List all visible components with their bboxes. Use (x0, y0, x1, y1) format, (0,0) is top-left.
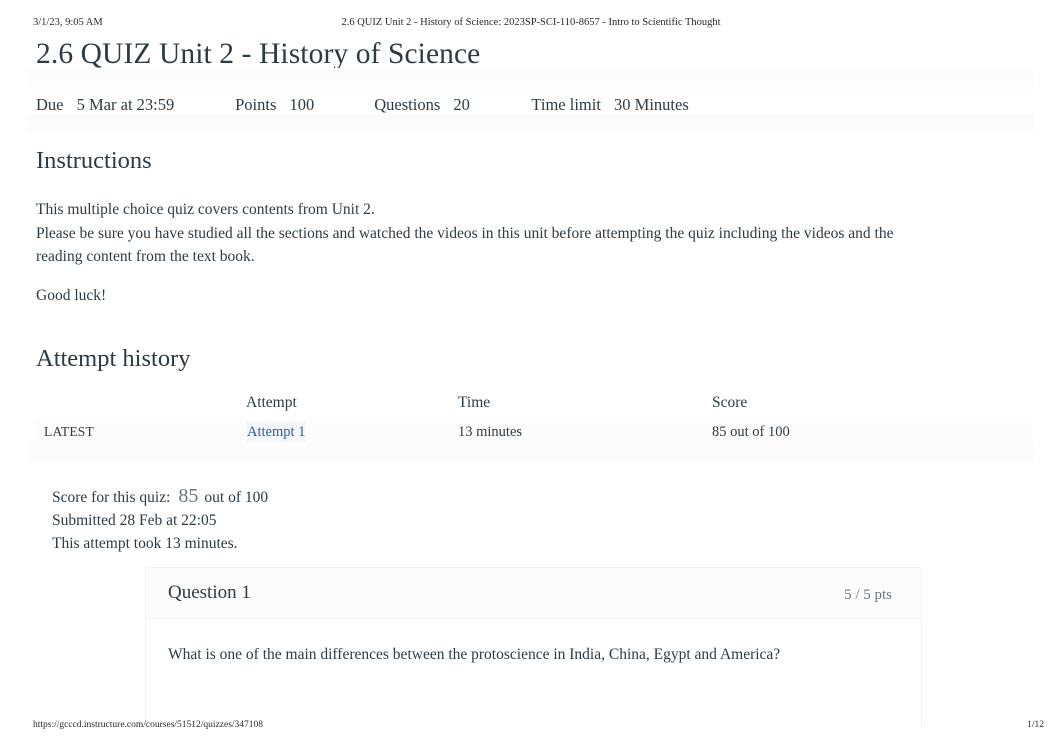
column-header-time: Time (458, 394, 491, 411)
instructions-body: This multiple choice quiz covers content… (36, 198, 936, 307)
submitted-line: Submitted 28 Feb at 22:05 (52, 512, 217, 529)
attempt-1-link[interactable]: Attempt 1 (246, 421, 307, 442)
question-block: Question 1 5 / 5 pts What is one of the … (145, 567, 922, 727)
question-name: Question 1 (168, 582, 251, 603)
quiz-info-questions: Questions 20 (374, 94, 527, 116)
time-limit-label: Time limit (531, 95, 601, 114)
quiz-info-time-limit: Time limit 30 Minutes (531, 94, 771, 116)
table-header-row: Attempt Time Score (36, 386, 1032, 418)
column-header-score: Score (712, 394, 748, 411)
row-score-cell: 85 out of 100 (712, 423, 790, 440)
score-line: Score for this quiz: 85 out of 100 (52, 485, 268, 509)
row-attempt-cell: Attempt 1 (246, 418, 458, 446)
print-footer-page-number: 1/12 (1027, 720, 1044, 730)
duration-line: This attempt took 13 minutes. (52, 535, 238, 552)
row-time-cell: 13 minutes (458, 423, 523, 440)
score-label: Score for this quiz: (52, 489, 171, 506)
instructions-paragraph-3: Good luck! (36, 286, 107, 304)
row-marker-cell: LATEST (36, 418, 246, 446)
attempt-history-table-head: Attempt Time Score (36, 386, 1032, 418)
page-title: 2.6 QUIZ Unit 2 - History of Science (36, 38, 481, 70)
print-footer: https://gcccd.instructure.com/courses/51… (0, 720, 1062, 734)
instructions-paragraph-1: This multiple choice quiz covers content… (36, 201, 375, 218)
quiz-info-due: Due 5 Mar at 23:59 (36, 94, 231, 116)
quiz-info-row: Due 5 Mar at 23:59 Points 100 Questions … (36, 94, 771, 116)
instructions-paragraph-2: Please be sure you have studied all the … (36, 224, 894, 266)
quiz-results-page: 3/1/23, 9:05 AM 2.6 QUIZ Unit 2 - Histor… (0, 0, 1062, 751)
print-header: 3/1/23, 9:05 AM 2.6 QUIZ Unit 2 - Histor… (0, 17, 1062, 31)
time-limit-value: 30 Minutes (614, 95, 689, 114)
points-value: 100 (289, 95, 315, 114)
attempt-history-table: Attempt Time Score LATEST Attempt 1 13 m… (36, 386, 1032, 446)
quiz-info-points: Points 100 (235, 94, 370, 116)
column-header-attempt: Attempt (246, 394, 297, 411)
column-header-marker (36, 386, 246, 418)
score-summary: Score for this quiz: 85 out of 100 Submitt… (52, 485, 268, 555)
question-header: Question 1 5 / 5 pts (146, 568, 921, 619)
questions-value: 20 (453, 95, 470, 114)
questions-label: Questions (374, 95, 441, 114)
due-value: 5 Mar at 23:59 (76, 95, 175, 114)
instructions-heading: Instructions (36, 147, 152, 174)
points-label: Points (235, 95, 277, 114)
score-out-of: out of 100 (204, 489, 269, 506)
score-value: 85 (178, 485, 199, 507)
print-header-document-title: 2.6 QUIZ Unit 2 - History of Science: 20… (341, 17, 721, 28)
attempt-history-heading: Attempt history (36, 345, 191, 372)
latest-badge: LATEST (44, 423, 94, 439)
question-text: What is one of the main differences betw… (168, 646, 781, 663)
question-points-badge: 5 / 5 pts (844, 587, 892, 603)
print-footer-url: https://gcccd.instructure.com/courses/51… (33, 720, 264, 730)
table-row: LATEST Attempt 1 13 minutes 85 out of 10… (36, 418, 1032, 446)
due-label: Due (36, 95, 64, 114)
attempt-history-table-body: LATEST Attempt 1 13 minutes 85 out of 10… (36, 418, 1032, 446)
